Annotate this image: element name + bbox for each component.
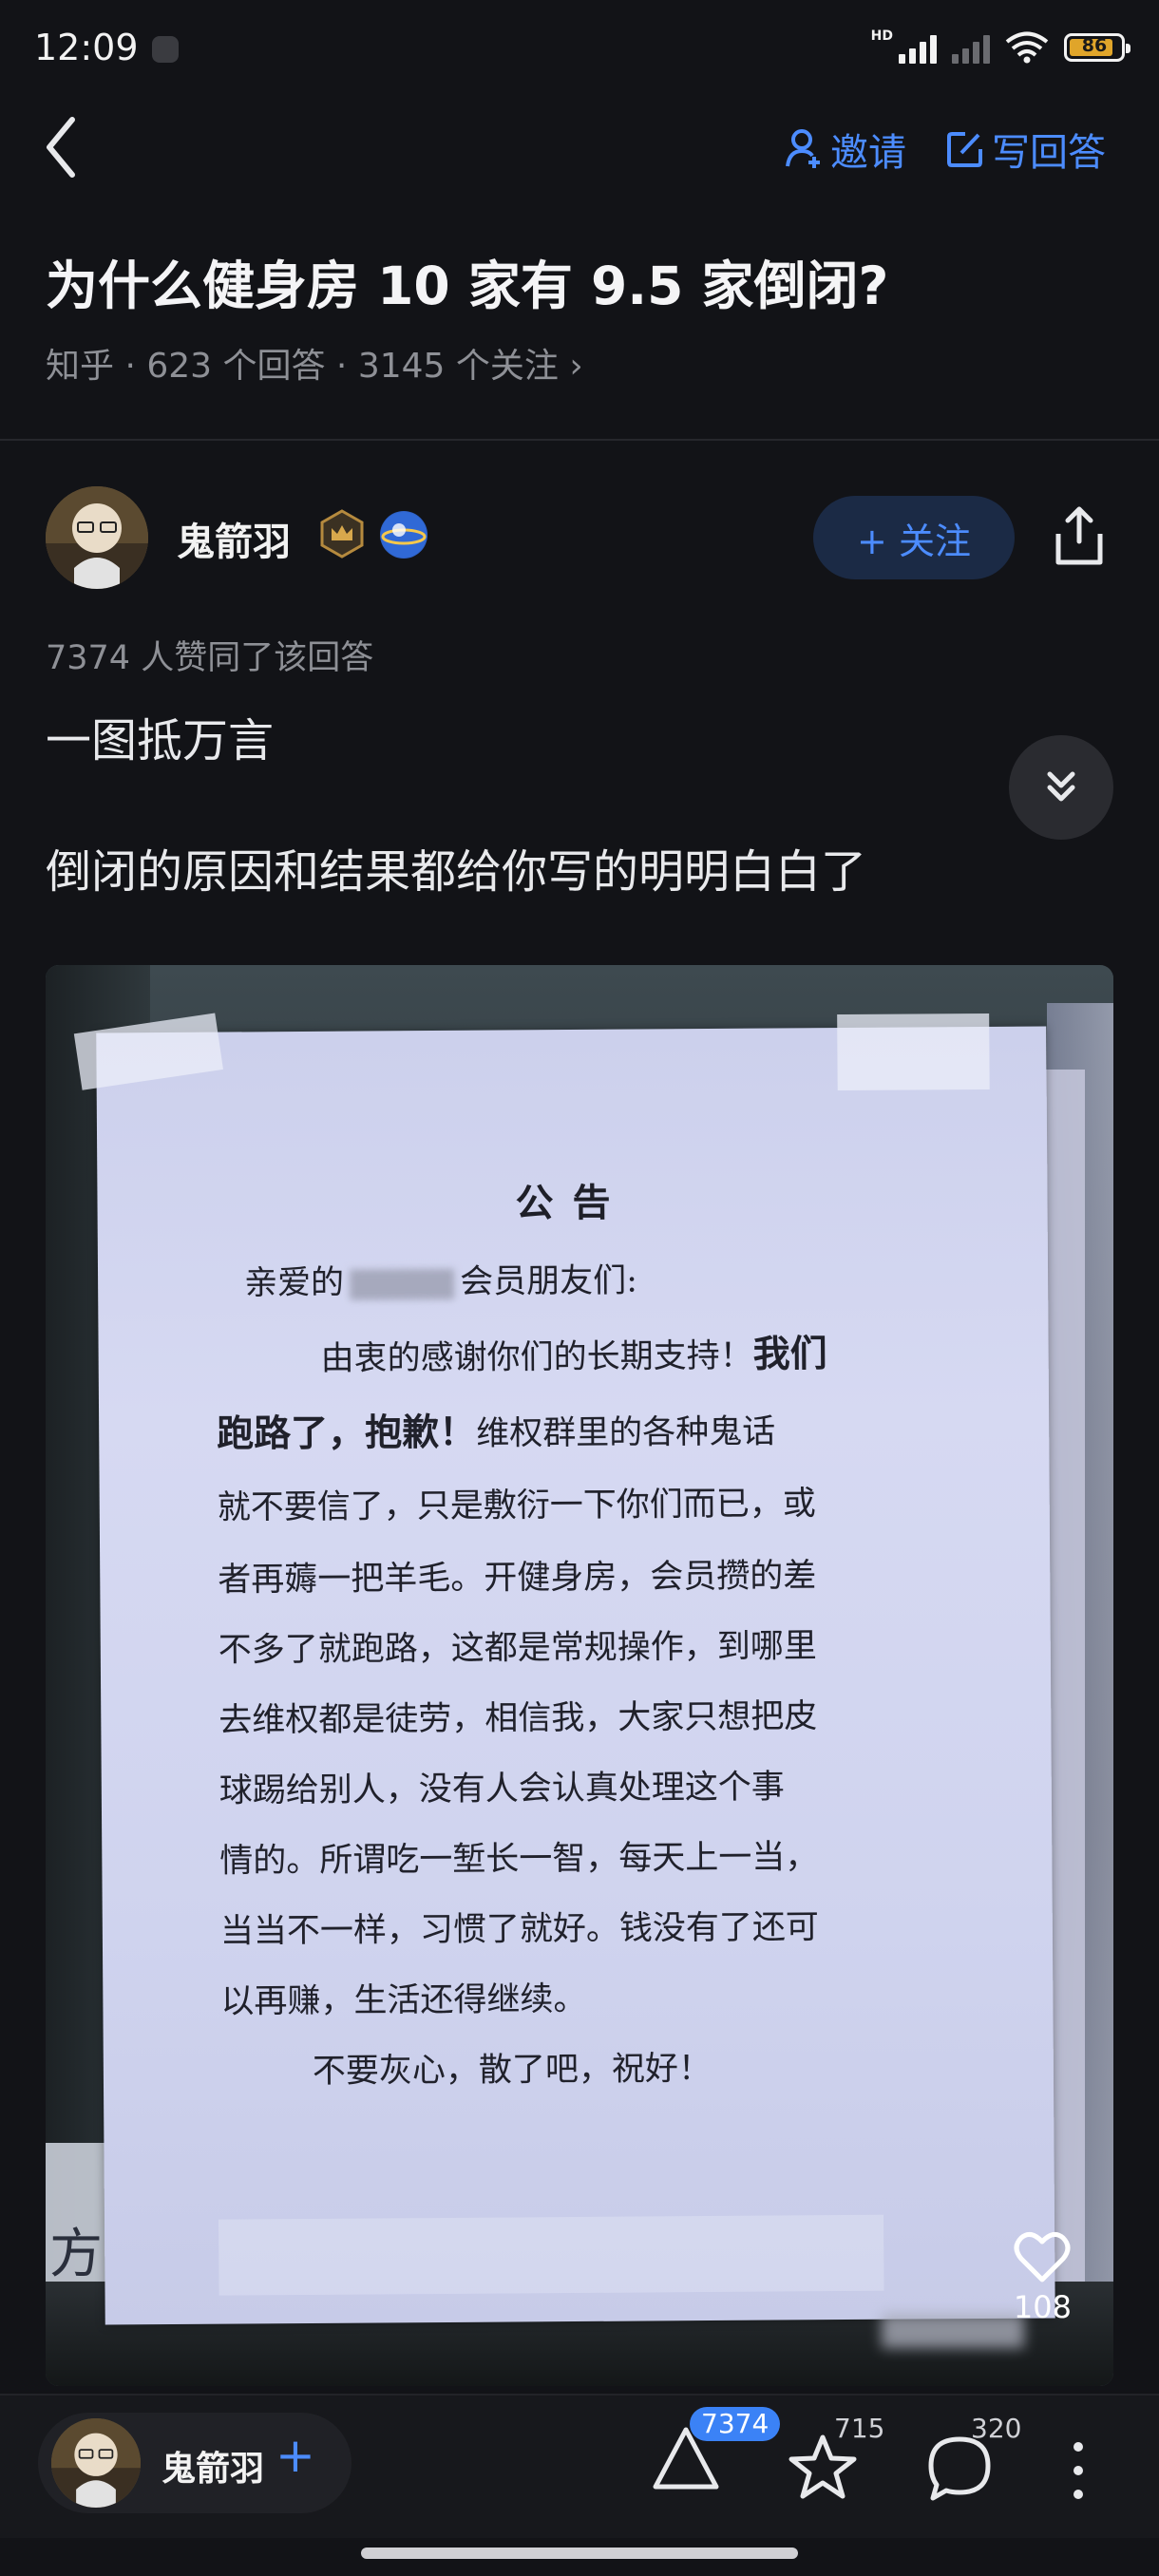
hd-label: HD <box>870 28 893 44</box>
edit-icon <box>947 132 982 167</box>
planet-badge-icon <box>380 511 428 559</box>
invite-button[interactable]: 邀请 <box>785 122 906 177</box>
write-answer-label: 写回答 <box>992 131 1106 175</box>
notice-greeting: 亲爱的 <box>243 1263 345 1303</box>
notice-line: 由衷的感谢你们的长期支持！ <box>320 1336 753 1378</box>
notice-line: 不多了就跑路，这都是常规操作，到哪里 <box>218 1627 817 1670</box>
bottom-author-name[interactable]: 鬼箭羽 <box>162 2441 264 2491</box>
comment-count: 320 <box>971 2413 1022 2444</box>
signal-secondary-icon <box>952 31 990 64</box>
follow-button[interactable]: + 关注 <box>813 496 1015 579</box>
notice-line: 当当不一样，习惯了就好。钱没有了还可 <box>219 1908 820 1951</box>
collapse-button[interactable] <box>1009 735 1113 840</box>
double-chevron-down-icon <box>1047 771 1075 802</box>
avatar-illustration <box>51 2418 141 2508</box>
status-icons: HD 86 <box>870 28 1130 66</box>
question-title[interactable]: 为什么健身房 10 家有 9.5 家倒闭? <box>46 243 888 319</box>
upvote-count-badge: 7374 <box>690 2407 781 2441</box>
image-like-button[interactable]: 108 <box>1014 2230 1072 2325</box>
tiktok-notification-icon <box>152 36 179 63</box>
share-icon[interactable] <box>1051 503 1108 570</box>
notice-paper: 公告 亲爱的 会员朋友们: 由衷的感谢你们的长期支持！我们 跑路了，抱歉！维权群里… <box>73 1013 1055 2325</box>
person-add-icon <box>786 129 820 168</box>
notice-line-bold: 我们 <box>752 1332 827 1376</box>
bottom-author-avatar[interactable] <box>51 2418 141 2508</box>
wifi-icon <box>1005 31 1049 64</box>
heart-icon <box>1014 2231 1071 2282</box>
favorite-count: 715 <box>834 2413 885 2444</box>
answer-text-line: 倒闭的原因和结果都给你写的明明白白了 <box>46 845 867 899</box>
notice-line: 不要灰心，散了吧，祝好！ <box>312 2050 712 2091</box>
author-avatar[interactable] <box>46 486 148 589</box>
crown-badge-icon <box>320 509 364 559</box>
notice-line: 以再赚，生活还得继续。 <box>220 1979 587 2021</box>
signal-icon <box>899 31 937 64</box>
write-answer-button[interactable]: 写回答 <box>946 122 1106 177</box>
question-meta[interactable]: 知乎 · 623 个回答 · 3145 个关注 › <box>46 338 583 388</box>
notice-line: 就不要信了，只是敷衍一下你们而已，或 <box>217 1485 816 1527</box>
upvote-summary: 7374 人赞同了该回答 <box>46 639 374 677</box>
answer-text-line: 一图抵万言 <box>46 714 275 767</box>
notice-line: 去维权都是徒劳，相信我，大家只想把皮 <box>218 1697 818 1740</box>
notice-line-bold: 跑路了，抱歉！ <box>217 1410 477 1456</box>
status-time: 12:09 <box>34 27 139 68</box>
notice-line: 者再薅一把羊毛。开健身房，会员攒的差 <box>218 1557 817 1600</box>
more-vertical-icon[interactable] <box>1064 2437 1092 2504</box>
notice-line: 情的。所谓吃一堑长一智，每天上一当， <box>219 1838 819 1881</box>
background-sign-text: 方 <box>49 2224 103 2285</box>
battery-text: 86 <box>1081 35 1108 56</box>
divider <box>0 439 1159 441</box>
bottom-follow-button[interactable]: + <box>276 2428 315 2483</box>
notice-greeting-end: 会员朋友们: <box>459 1261 638 1301</box>
author-name[interactable]: 鬼箭羽 <box>177 511 291 566</box>
notice-line: 球踢给别人，没有人会认真处理这个事 <box>218 1768 785 1810</box>
home-indicator[interactable] <box>361 2548 798 2559</box>
notice-title: 公告 <box>515 1180 630 1226</box>
invite-label: 邀请 <box>830 131 906 175</box>
notice-line: 维权群里的各种鬼话 <box>476 1412 776 1453</box>
image-like-count: 108 <box>1013 2289 1072 2325</box>
back-icon[interactable] <box>40 114 87 180</box>
avatar-illustration <box>46 486 148 589</box>
battery-icon: 86 <box>1064 33 1130 62</box>
answer-image[interactable]: 方 公告 亲爱的 会员朋友们: 由衷的感谢你们的长期支持！我们 跑路了，抱歉！维权… <box>46 965 1113 2386</box>
